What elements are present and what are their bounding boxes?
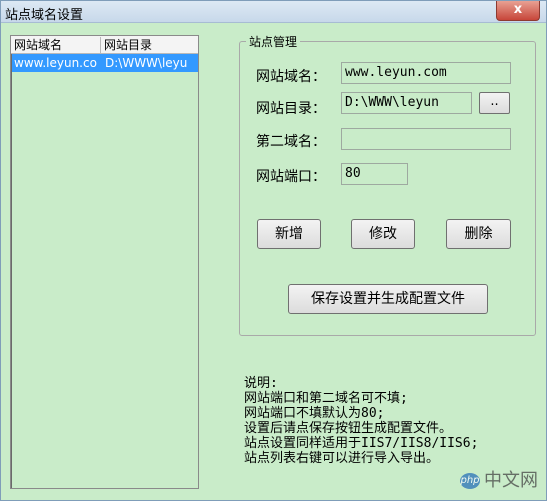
watermark-logo-icon: php	[460, 473, 480, 489]
group-title: 站点管理	[246, 33, 301, 50]
directory-input[interactable]: D:\WWW\leyun	[341, 92, 472, 114]
list-item[interactable]: www.leyun.co D:\WWW\leyu	[12, 54, 198, 72]
notes-block: 说明: 网站端口和第二域名可不填; 网站端口不填默认为80; 设置后请点保存按钮…	[244, 376, 478, 466]
delete-button[interactable]: 删除	[446, 219, 511, 249]
directory-label: 网站目录：	[256, 101, 326, 117]
save-config-button[interactable]: 保存设置并生成配置文件	[288, 284, 488, 314]
list-item-directory: D:\WWW\leyu	[105, 56, 188, 70]
note-line: 网站端口不填默认为80;	[244, 406, 385, 421]
title-bar: 站点域名设置 x	[1, 1, 546, 23]
window-title: 站点域名设置	[5, 8, 84, 23]
list-header: 网站域名 网站目录	[11, 36, 198, 54]
note-line: 网站端口和第二域名可不填;	[244, 391, 408, 406]
site-list[interactable]: 网站域名 网站目录 www.leyun.co D:\WWW\leyu	[10, 35, 199, 489]
note-line: 站点列表右键可以进行导入导出。	[244, 451, 440, 466]
watermark-text: 中文网	[484, 470, 538, 491]
watermark: php 中文网	[460, 466, 538, 492]
note-line: 设置后请点保存按钮生成配置文件。	[244, 421, 453, 436]
second-domain-label: 第二域名：	[256, 134, 326, 150]
notes-heading: 说明:	[244, 376, 278, 391]
port-label: 网站端口：	[256, 169, 326, 185]
column-header-domain[interactable]: 网站域名	[11, 37, 101, 53]
add-button[interactable]: 新增	[257, 219, 321, 249]
settings-window: 站点域名设置 x 网站域名 网站目录 www.leyun.co D:\WWW\l…	[0, 0, 547, 501]
domain-label: 网站域名：	[256, 69, 326, 85]
close-button[interactable]: x	[496, 1, 540, 21]
port-input[interactable]: 80	[341, 163, 408, 185]
browse-button[interactable]: ..	[479, 92, 510, 114]
note-line: 站点设置同样适用于IIS7/IIS8/IIS6;	[244, 436, 479, 451]
edit-button[interactable]: 修改	[351, 219, 415, 249]
column-header-directory[interactable]: 网站目录	[101, 37, 198, 53]
domain-input[interactable]: www.leyun.com	[341, 62, 511, 84]
second-domain-input[interactable]	[341, 128, 511, 150]
list-item-domain: www.leyun.co	[14, 56, 97, 70]
